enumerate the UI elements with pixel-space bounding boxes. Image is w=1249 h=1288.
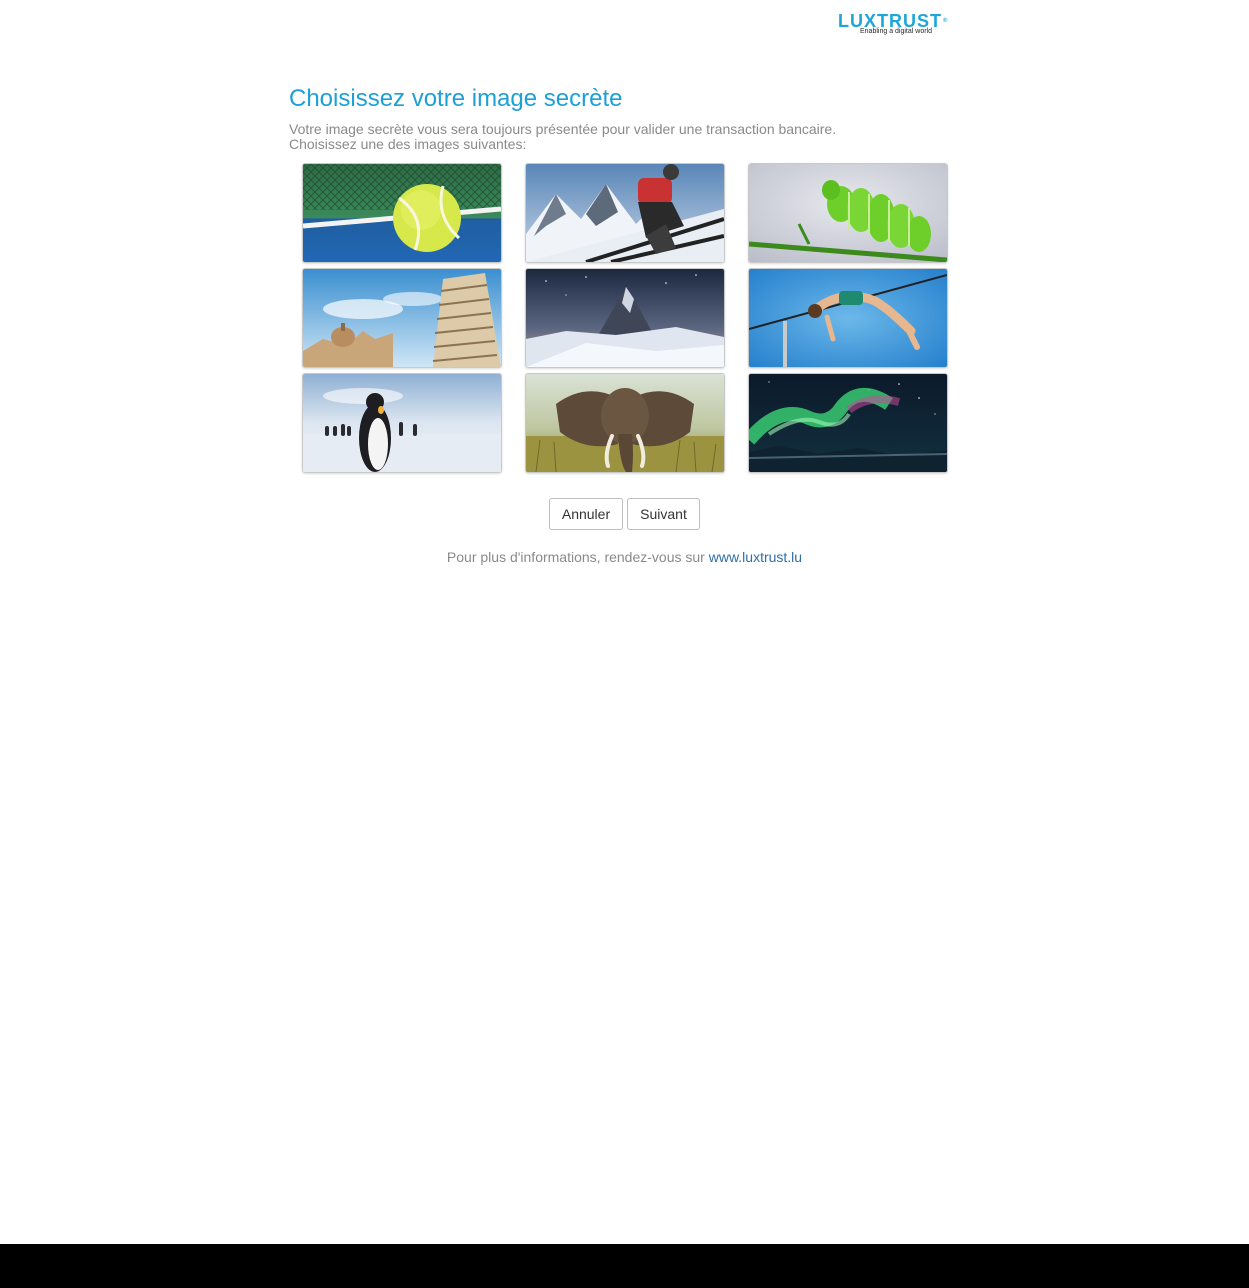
image-tile-skier[interactable]: [525, 163, 725, 263]
description-line-2: Choisissez une des images suivantes:: [289, 136, 527, 152]
image-tile-high-jumper[interactable]: [748, 268, 948, 368]
pisa-tower-image: [303, 269, 501, 367]
caterpillar-image: [749, 164, 947, 262]
image-tile-penguins[interactable]: [302, 373, 502, 473]
penguins-image: [303, 374, 501, 472]
info-footer: Pour plus d'informations, rendez-vous su…: [0, 549, 1249, 565]
tennis-ball-image: [303, 164, 501, 262]
info-text: Pour plus d'informations, rendez-vous su…: [446, 549, 709, 565]
black-bottom-bar: [0, 1244, 1249, 1288]
image-tile-tennis-ball[interactable]: [302, 163, 502, 263]
next-button[interactable]: Suivant: [627, 498, 700, 530]
aurora-image: [749, 374, 947, 472]
matterhorn-image: [526, 269, 724, 367]
secret-image-grid: [302, 163, 948, 473]
image-tile-matterhorn-night[interactable]: [525, 268, 725, 368]
logo-tagline: Enabling a digital world: [860, 28, 932, 35]
image-tile-aurora-borealis[interactable]: [748, 373, 948, 473]
image-tile-caterpillar[interactable]: [748, 163, 948, 263]
elephant-image: [526, 374, 724, 472]
page-title: Choisissez votre image secrète: [289, 85, 623, 112]
skier-image: [526, 164, 724, 262]
description-line-1: Votre image secrète vous sera toujours p…: [289, 121, 837, 137]
high-jumper-image: [749, 269, 947, 367]
image-tile-elephant[interactable]: [525, 373, 725, 473]
description: Votre image secrète vous sera toujours p…: [289, 122, 929, 152]
luxtrust-link[interactable]: www.luxtrust.lu: [709, 549, 802, 565]
cancel-button[interactable]: Annuler: [549, 498, 623, 530]
luxtrust-logo: LUXTRUST® Enabling a digital world: [838, 12, 960, 38]
image-tile-leaning-tower-pisa[interactable]: [302, 268, 502, 368]
page: LUXTRUST® Enabling a digital world Chois…: [0, 0, 1249, 1244]
